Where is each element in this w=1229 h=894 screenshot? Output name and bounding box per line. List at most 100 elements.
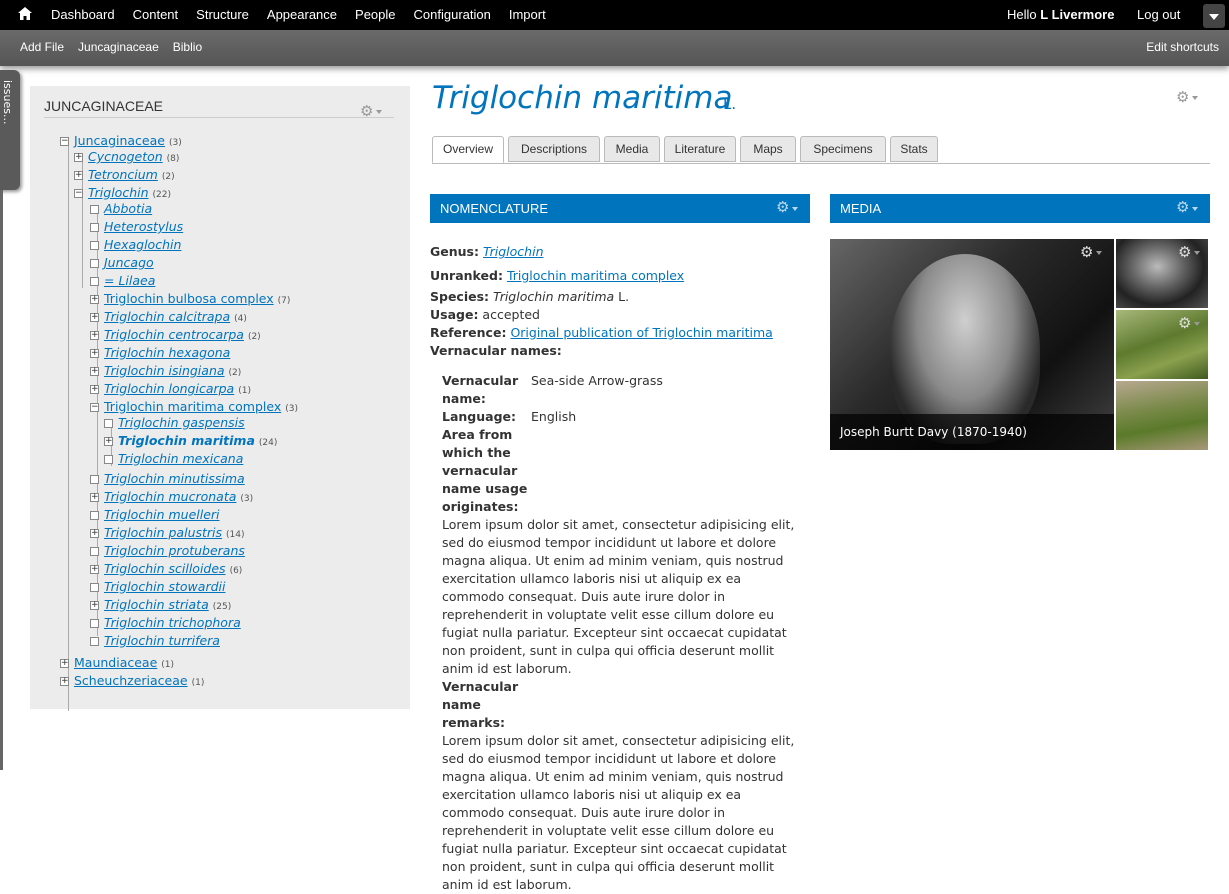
toolbar-item-appearance[interactable]: Appearance	[267, 7, 337, 22]
tree-item-link[interactable]: Heterostylus	[104, 219, 183, 234]
tree-item-count: (3)	[168, 138, 182, 148]
tree-item-link[interactable]: Juncaginaceae	[74, 133, 165, 148]
edit-shortcuts-link[interactable]: Edit shortcuts	[1146, 40, 1219, 54]
tree-item-link[interactable]: Juncago	[104, 255, 154, 270]
tree-guide-line	[68, 141, 69, 711]
expand-icon[interactable]: +	[90, 367, 99, 376]
tree-item-link[interactable]: Triglochin stowardii	[104, 579, 225, 594]
tab-stats[interactable]: Stats	[890, 136, 938, 162]
tree-item-link[interactable]: Triglochin gaspensis	[118, 415, 245, 430]
species-field: Species: Triglochin maritima L.	[430, 288, 629, 306]
tree-item-link[interactable]: Cycnogeton	[88, 149, 163, 164]
tree-item-link[interactable]: Triglochin striata	[104, 597, 209, 612]
logout-link[interactable]: Log out	[1137, 7, 1180, 22]
expand-icon[interactable]: +	[104, 437, 113, 446]
collapse-icon[interactable]: −	[60, 137, 69, 146]
toolbar-item-import[interactable]: Import	[509, 7, 546, 22]
nomenclature-header: NOMENCLATURE ⚙	[430, 194, 810, 223]
tree-item-link[interactable]: Triglochin centrocarpa	[104, 327, 244, 342]
gear-icon[interactable]: ⚙	[1178, 316, 1200, 331]
media-main-image[interactable]: ⚙ Joseph Burtt Davy (1870-1940)	[830, 239, 1114, 450]
genus-link[interactable]: Triglochin	[483, 244, 544, 259]
tree-item-link[interactable]: Triglochin calcitrapa	[104, 309, 230, 324]
expand-icon[interactable]: +	[90, 349, 99, 358]
expand-icon[interactable]: +	[90, 493, 99, 502]
usage-field: Usage: accepted	[430, 306, 540, 324]
tree-item-link[interactable]: Triglochin turrifera	[104, 633, 220, 648]
tree-item-link[interactable]: = Lilaea	[104, 273, 155, 288]
issues-tab[interactable]: issues...	[0, 70, 20, 190]
tab-overview[interactable]: Overview	[432, 136, 504, 163]
collapse-icon[interactable]: −	[90, 403, 99, 412]
remarks-label: Vernacular name remarks:	[442, 678, 518, 732]
tab-maps[interactable]: Maps	[740, 136, 796, 162]
tree-item-link[interactable]: Triglochin mexicana	[118, 451, 243, 466]
tree-item-link[interactable]: Abbotia	[104, 201, 152, 216]
tree-item-link[interactable]: Triglochin	[88, 185, 149, 200]
tree-item-link[interactable]: Triglochin hexagona	[104, 345, 230, 360]
expand-icon[interactable]: +	[60, 677, 69, 686]
tree-item-link[interactable]: Triglochin protuberans	[104, 543, 245, 558]
user-name[interactable]: L Livermore	[1040, 7, 1114, 22]
expand-icon[interactable]: +	[60, 659, 69, 668]
tree-item-link[interactable]: Tetroncium	[88, 167, 158, 182]
shortcut-juncaginaceae[interactable]: Juncaginaceae	[78, 40, 159, 54]
expand-icon[interactable]: +	[90, 331, 99, 340]
leaf-icon	[104, 419, 113, 428]
shortcut-list: Add File Juncaginaceae Biblio	[20, 40, 216, 54]
reference-link[interactable]: Original publication of Triglochin marit…	[510, 325, 772, 340]
toolbar-item-dashboard[interactable]: Dashboard	[51, 7, 115, 22]
gear-icon[interactable]: ⚙	[1176, 90, 1198, 105]
toolbar-item-configuration[interactable]: Configuration	[414, 7, 491, 22]
toolbar-item-people[interactable]: People	[355, 7, 395, 22]
expand-icon[interactable]: +	[90, 385, 99, 394]
tree-item-link[interactable]: Triglochin bulbosa complex	[104, 291, 274, 306]
expand-icon[interactable]: +	[90, 313, 99, 322]
tab-literature[interactable]: Literature	[664, 136, 736, 162]
tree-item-link[interactable]: Triglochin minutissima	[104, 471, 245, 486]
species-name: Triglochin maritima	[493, 289, 615, 304]
tree-item-link[interactable]: Triglochin muelleri	[104, 507, 220, 522]
media-thumbnail[interactable]: ⚙	[1116, 310, 1208, 379]
tree-item-link[interactable]: Triglochin scilloides	[104, 561, 226, 576]
genus-field: Genus: Triglochin	[430, 243, 544, 261]
tab-media[interactable]: Media	[604, 136, 660, 162]
gear-icon[interactable]: ⚙	[1080, 245, 1102, 260]
expand-icon[interactable]: +	[90, 565, 99, 574]
tree-item-link[interactable]: Triglochin trichophora	[104, 615, 241, 630]
toolbar-item-structure[interactable]: Structure	[196, 7, 249, 22]
gear-icon[interactable]: ⚙	[1178, 245, 1200, 260]
expand-icon[interactable]: +	[74, 171, 83, 180]
expand-icon[interactable]: +	[90, 295, 99, 304]
gear-icon[interactable]: ⚙	[776, 200, 798, 215]
media-thumbnail[interactable]	[1116, 381, 1208, 450]
tree-item-link[interactable]: Maundiaceae	[74, 655, 157, 670]
tab-descriptions[interactable]: Descriptions	[508, 136, 600, 162]
toolbar-item-content[interactable]: Content	[133, 7, 179, 22]
tree-item-link[interactable]: Triglochin mucronata	[104, 489, 236, 504]
unranked-field: Unranked: Triglochin maritima complex	[430, 267, 684, 285]
tab-specimens[interactable]: Specimens	[800, 136, 886, 162]
tree-item-link[interactable]: Triglochin longicarpa	[104, 381, 234, 396]
issues-edge	[0, 190, 3, 770]
unranked-link[interactable]: Triglochin maritima complex	[507, 268, 684, 283]
tree-item-link[interactable]: Triglochin isingiana	[104, 363, 225, 378]
tree-item-link[interactable]: Hexaglochin	[104, 237, 181, 252]
label-line: Vernacular	[442, 373, 519, 388]
expand-icon[interactable]: +	[74, 153, 83, 162]
expand-icon[interactable]: +	[90, 529, 99, 538]
gear-icon[interactable]: ⚙	[360, 104, 382, 119]
collapse-icon[interactable]: −	[74, 189, 83, 198]
tree-item-link[interactable]: Triglochin maritima	[118, 433, 255, 448]
toolbar-toggle-button[interactable]	[1203, 4, 1225, 28]
gear-icon[interactable]: ⚙	[1176, 200, 1198, 215]
shortcut-add-file[interactable]: Add File	[20, 40, 64, 54]
tree-item-link[interactable]: Triglochin palustris	[104, 525, 222, 540]
tree-item-count: (25)	[212, 602, 232, 612]
home-icon[interactable]	[18, 7, 32, 20]
tree-item-link[interactable]: Triglochin maritima complex	[104, 399, 281, 414]
expand-icon[interactable]: +	[90, 601, 99, 610]
media-thumbnail[interactable]: ⚙	[1116, 239, 1208, 308]
tree-item-link[interactable]: Scheuchzeriaceae	[74, 673, 188, 688]
shortcut-biblio[interactable]: Biblio	[173, 40, 202, 54]
